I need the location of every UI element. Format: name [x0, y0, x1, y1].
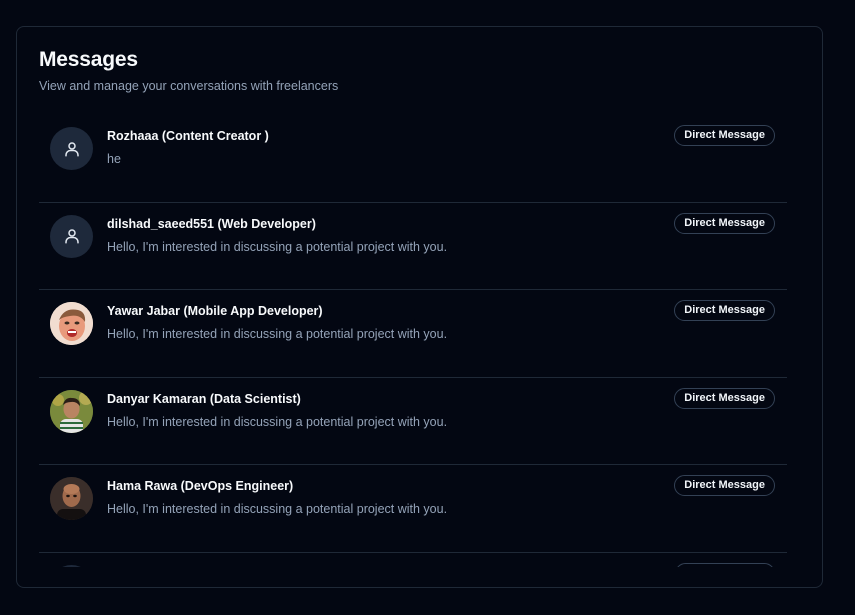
- direct-message-badge: Direct Message: [674, 212, 775, 234]
- conversation-row[interactable]: Hama Rawa (DevOps Engineer) Hello, I'm i…: [39, 465, 787, 553]
- page-title: Messages: [39, 48, 138, 71]
- direct-message-badge: Direct Message: [674, 387, 775, 409]
- avatar-photo: [50, 564, 93, 567]
- conversation-row[interactable]: [39, 553, 787, 567]
- avatar-photo: [50, 389, 93, 433]
- conversation-name: Danyar Kamaran (Data Scientist): [107, 391, 301, 406]
- avatar-photo: [50, 302, 93, 345]
- conversation-name: Hama Rawa (DevOps Engineer): [107, 479, 294, 493]
- conversation-preview: Hello, I'm interested in discussing a po…: [107, 327, 448, 341]
- page-subtitle: View and manage your conversations with …: [39, 79, 339, 93]
- conversation-name: dilshad_saeed551 (Web Developer): [107, 216, 316, 231]
- conversation-row[interactable]: Rozhaaa (Content Creator ) he Direct Mes…: [39, 115, 787, 203]
- avatar-photo: [50, 477, 93, 520]
- direct-message-badge: [675, 562, 775, 567]
- direct-message-badge: Direct Message: [674, 300, 775, 321]
- direct-message-badge: Direct Message: [674, 475, 775, 496]
- conversation-preview: Hello, I'm interested in discussing a po…: [107, 502, 448, 516]
- conversation-list: Rozhaaa (Content Creator ) he Direct Mes…: [39, 115, 787, 567]
- conversation-preview: he: [107, 152, 121, 166]
- conversation-name: Yawar Jabar (Mobile App Developer): [107, 304, 323, 318]
- user-icon: [50, 214, 93, 258]
- conversation-row[interactable]: dilshad_saeed551 (Web Developer) Hello, …: [39, 203, 787, 290]
- card-header: Messages View and manage your conversati…: [39, 47, 338, 93]
- conversation-row[interactable]: Danyar Kamaran (Data Scientist) Hello, I…: [39, 378, 787, 465]
- conversation-preview: Hello, I'm interested in discussing a po…: [107, 239, 448, 254]
- conversation-name: Rozhaaa (Content Creator ): [107, 129, 269, 143]
- direct-message-badge: Direct Message: [674, 125, 775, 146]
- conversation-preview: Hello, I'm interested in discussing a po…: [107, 414, 448, 429]
- conversation-row[interactable]: Yawar Jabar (Mobile App Developer) Hello…: [39, 290, 787, 378]
- messages-card: Messages View and manage your conversati…: [16, 26, 823, 588]
- user-icon: [50, 127, 93, 170]
